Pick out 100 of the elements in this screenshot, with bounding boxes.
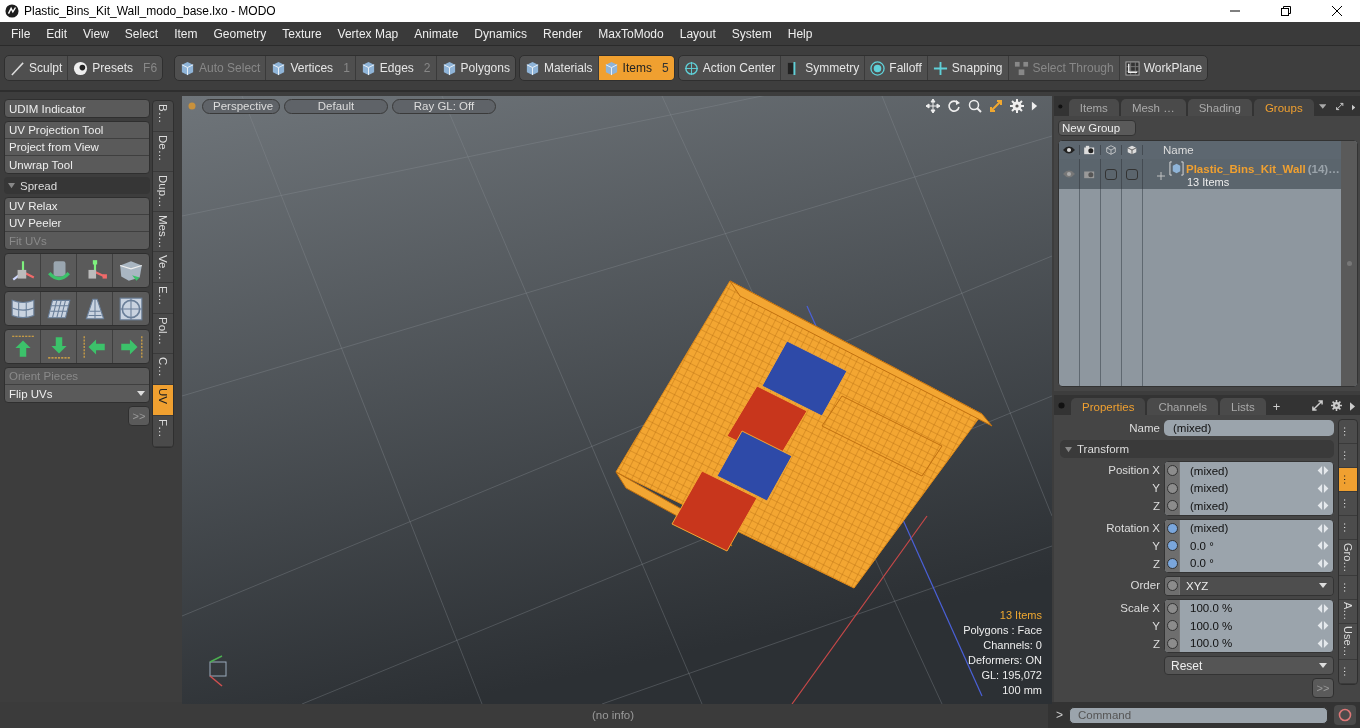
section-header[interactable]: Spread — [4, 177, 150, 194]
3d-viewport[interactable]: Perspective Default Ray GL: Off 13 Items Polygons : Face Channels: 0 Deformers: ON GL: 195,072 100 mm — [182, 96, 1052, 704]
menu-item[interactable]: Geometry — [206, 26, 276, 41]
channel-dot[interactable] — [1166, 465, 1178, 477]
toolbar-button[interactable]: Edges 2 — [355, 56, 437, 80]
menu-item[interactable]: Help — [780, 26, 822, 41]
camera-icon[interactable] — [1084, 145, 1096, 155]
menu-item[interactable]: MaxToModo — [591, 26, 673, 41]
toolbar-button[interactable]: Falloff — [865, 56, 928, 80]
menu-item[interactable]: Item — [167, 26, 207, 41]
toolbar-button[interactable]: Snapping — [927, 56, 1009, 80]
slider-arrows-icon[interactable] — [1317, 541, 1329, 551]
value-field[interactable]: 0.0 ° — [1180, 539, 1317, 552]
panel-tab[interactable]: Shading — [1187, 99, 1252, 116]
tool-button[interactable]: UV Relax — [5, 198, 149, 215]
menu-item[interactable]: Layout — [672, 26, 725, 41]
vertical-tab[interactable]: … — [1339, 492, 1357, 516]
channel-dot[interactable] — [1166, 580, 1178, 592]
toolbar-button[interactable]: Symmetry — [781, 56, 866, 80]
add-tab-button[interactable]: + — [1267, 398, 1286, 415]
value-field[interactable]: 100.0 % — [1180, 602, 1317, 615]
toolbar-button[interactable]: Polygons — [436, 56, 515, 80]
toolbar-button[interactable]: Sculpt — [5, 56, 69, 80]
menu-item[interactable]: View — [76, 26, 118, 41]
slider-arrows-icon[interactable] — [1317, 558, 1329, 568]
vertical-tab[interactable]: … — [1339, 660, 1357, 684]
command-field[interactable]: Command — [1069, 706, 1328, 724]
toolbar-button[interactable]: Vertices 1 — [266, 56, 356, 80]
menu-item[interactable]: File — [4, 26, 40, 41]
vertical-tab[interactable]: … — [1339, 576, 1357, 600]
vertical-tab[interactable]: Pol… — [153, 314, 173, 354]
menu-item[interactable]: Vertex Map — [330, 26, 408, 41]
menu-item[interactable]: Select — [117, 26, 168, 41]
value-field[interactable]: 100.0 % — [1180, 637, 1317, 650]
play-triangle-icon[interactable] — [1351, 103, 1355, 112]
panel-tab[interactable]: Properties — [1071, 398, 1146, 415]
cube-outline-icon[interactable] — [1105, 145, 1117, 155]
slider-arrows-icon[interactable] — [1317, 483, 1329, 493]
value-field[interactable]: (mixed) — [1180, 464, 1317, 477]
cube-icon[interactable] — [1126, 145, 1138, 155]
model-drawing[interactable] — [615, 280, 993, 589]
vertical-tab[interactable]: A… — [1339, 600, 1357, 624]
value-field[interactable]: 100.0 % — [1180, 619, 1317, 632]
play-triangle-icon[interactable] — [1031, 101, 1038, 111]
vertical-tab[interactable]: UV — [153, 385, 173, 416]
toolbar-button[interactable]: Items 5 — [598, 56, 674, 80]
panel-tab[interactable]: Lists — [1220, 398, 1266, 415]
value-field[interactable]: (mixed) — [1180, 482, 1317, 495]
caret-icon[interactable] — [1318, 101, 1327, 112]
vertical-tab[interactable]: De… — [153, 132, 173, 172]
slider-arrows-icon[interactable] — [1317, 621, 1329, 631]
rotate-icon[interactable] — [947, 99, 961, 113]
vertical-tab[interactable]: E… — [153, 283, 173, 314]
menu-item[interactable]: Render — [536, 26, 592, 41]
toolbar-button[interactable]: Presets F6 — [68, 56, 163, 80]
tool-button[interactable]: UV Projection Tool — [5, 122, 149, 139]
slider-arrows-icon[interactable] — [1317, 523, 1329, 533]
channel-dot[interactable] — [1166, 522, 1178, 534]
vertical-tab[interactable]: … — [1339, 468, 1357, 492]
tool-button[interactable]: Project from View — [5, 139, 149, 156]
play-triangle-icon[interactable] — [1350, 402, 1355, 411]
menu-item[interactable]: System — [724, 26, 781, 41]
vertical-tab[interactable]: … — [1339, 516, 1357, 540]
panel-tab[interactable]: Items — [1068, 99, 1119, 116]
slider-arrows-icon[interactable] — [1317, 501, 1329, 511]
tool-button[interactable]: UV Peeler — [5, 215, 149, 232]
checkbox[interactable] — [1105, 168, 1117, 180]
vertical-tab[interactable]: Ve… — [153, 252, 173, 283]
panel-tab[interactable]: Groups — [1253, 99, 1314, 116]
new-group-button[interactable]: New Group — [1058, 120, 1136, 136]
menu-item[interactable]: Texture — [275, 26, 331, 41]
toolbar-button[interactable]: Materials — [519, 56, 599, 80]
channel-dot[interactable] — [1166, 540, 1178, 552]
section-header[interactable]: Transform — [1060, 440, 1334, 458]
vertical-tab[interactable]: Dup… — [153, 172, 173, 212]
search-icon[interactable] — [968, 99, 982, 113]
channel-dot[interactable] — [1166, 500, 1178, 512]
dropdown[interactable]: Reset — [1164, 656, 1334, 675]
eye-icon[interactable] — [1063, 145, 1075, 155]
panel-tab[interactable]: Channels — [1147, 398, 1218, 415]
vertical-tab[interactable]: B… — [153, 101, 173, 132]
panel-tab[interactable]: Mesh … — [1120, 99, 1186, 116]
record-button[interactable] — [1334, 705, 1356, 725]
toolbar-button[interactable]: Action Center — [678, 56, 782, 80]
slider-arrows-icon[interactable] — [1317, 603, 1329, 613]
dropdown[interactable]: Flip UVs — [5, 385, 149, 402]
toolbar-button[interactable]: WorkPlane — [1119, 56, 1208, 80]
vertical-tab[interactable]: F… — [153, 416, 173, 447]
vertical-tab[interactable]: Gro… — [1339, 540, 1357, 576]
vertical-tab[interactable]: … — [1339, 420, 1357, 444]
channel-dot[interactable] — [1166, 602, 1178, 614]
expand-icon[interactable] — [1312, 400, 1323, 411]
slider-arrows-icon[interactable] — [1317, 466, 1329, 476]
value-field[interactable]: (mixed) — [1180, 499, 1317, 512]
vertical-tab[interactable]: Use… — [1339, 624, 1357, 660]
channel-dot[interactable] — [1166, 620, 1178, 632]
channel-dot[interactable] — [1166, 482, 1178, 494]
menu-item[interactable]: Dynamics — [467, 26, 536, 41]
tool-button[interactable]: Unwrap Tool — [5, 156, 149, 173]
slider-arrows-icon[interactable] — [1317, 638, 1329, 648]
